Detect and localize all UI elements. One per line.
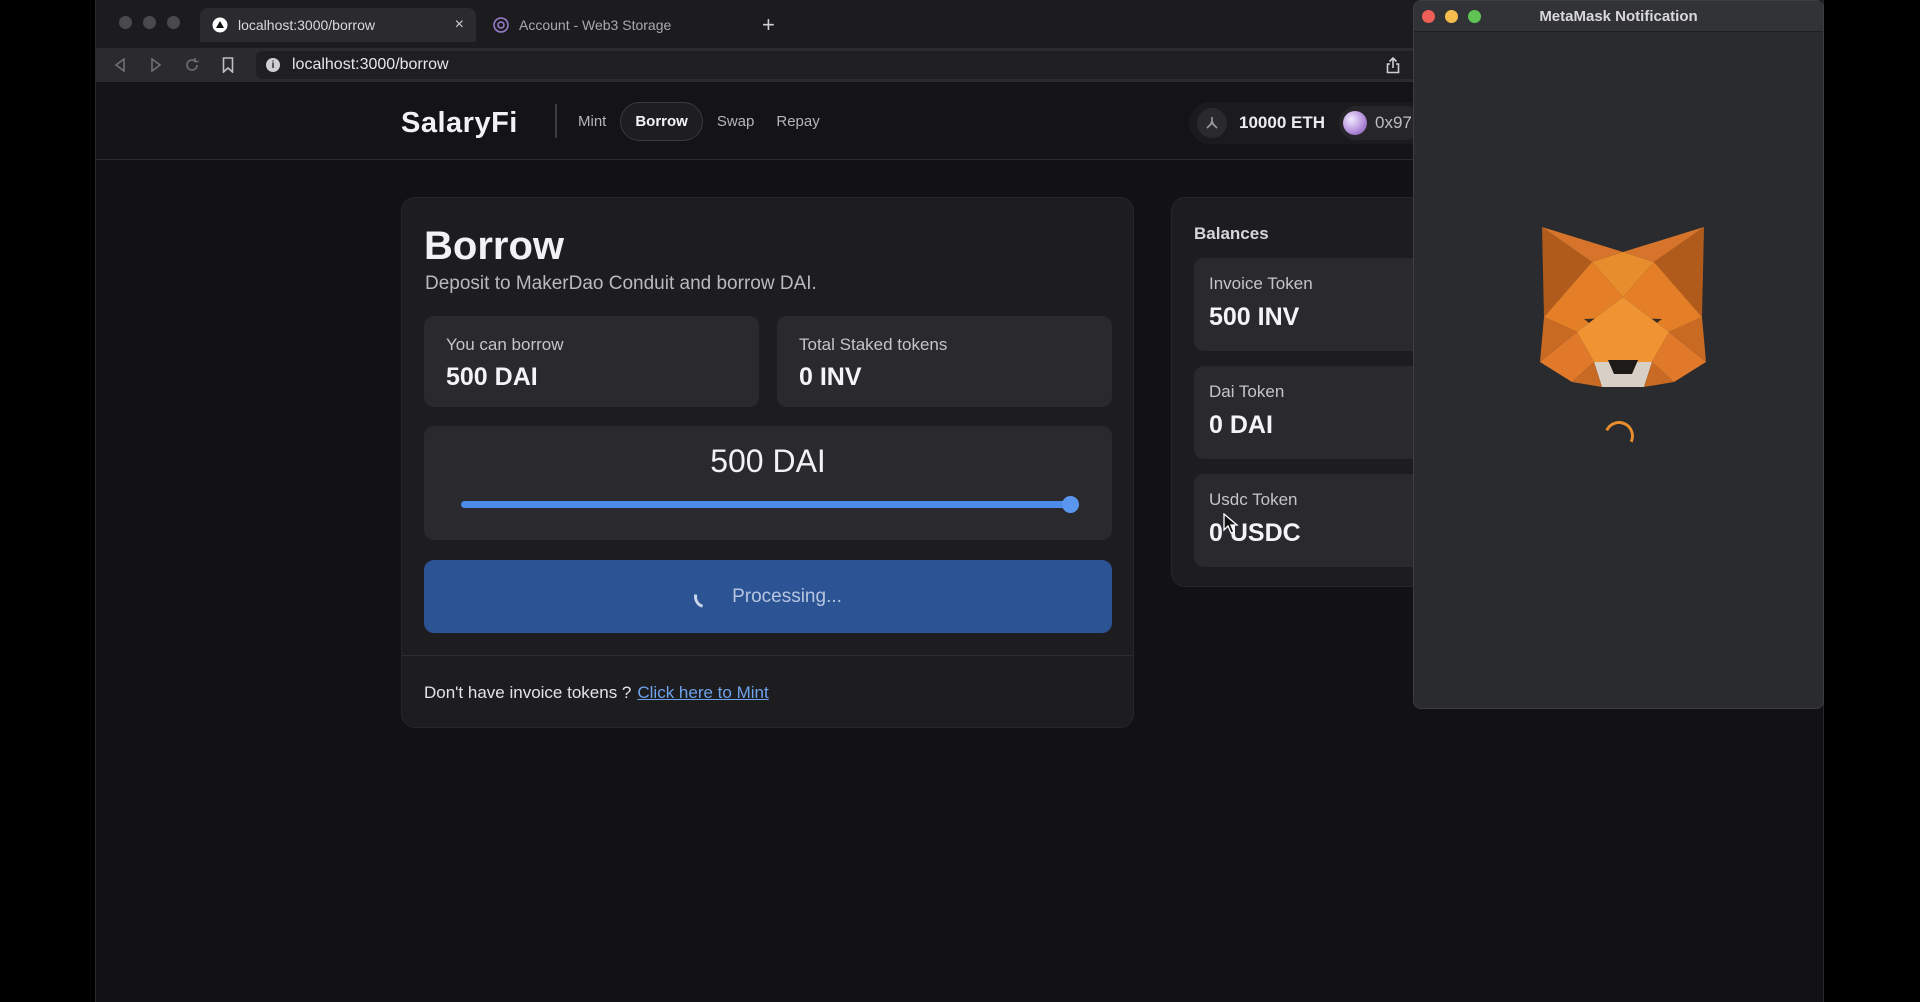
- stat-value: 0 INV: [799, 363, 862, 391]
- balance-value: 500 INV: [1209, 303, 1300, 331]
- bookmark-icon[interactable]: [218, 55, 238, 75]
- balance-label: Invoice Token: [1209, 274, 1313, 293]
- staked-tokens-stat: Total Staked tokens 0 INV: [777, 316, 1112, 407]
- tab-web3-storage[interactable]: Account - Web3 Storage: [481, 8, 751, 42]
- account-address: 0x97: [1375, 113, 1412, 132]
- account-button[interactable]: 0x97: [1339, 106, 1422, 140]
- metamask-fox-icon: [1532, 222, 1714, 392]
- slider-thumb[interactable]: [1062, 496, 1079, 513]
- wallet-widget[interactable]: 10000 ETH 0x97: [1189, 102, 1449, 144]
- submit-label: Processing...: [732, 585, 842, 607]
- metamask-notification-window: MetaMask Notification: [1413, 0, 1824, 709]
- balance-value: 0 DAI: [1209, 411, 1273, 439]
- card-divider: [402, 655, 1133, 656]
- nav-mint[interactable]: Mint: [570, 103, 614, 140]
- triangle-icon: [212, 17, 228, 33]
- stat-label: Total Staked tokens: [799, 335, 948, 354]
- tab-title: Account - Web3 Storage: [519, 17, 672, 33]
- share-icon[interactable]: [1382, 54, 1404, 76]
- stat-label: You can borrow: [446, 335, 564, 354]
- forward-icon[interactable]: [146, 55, 166, 75]
- nav-swap[interactable]: Swap: [709, 103, 763, 140]
- mint-link[interactable]: Click here to Mint: [637, 683, 768, 702]
- stat-value: 500 DAI: [446, 363, 538, 391]
- balances-title: Balances: [1194, 224, 1269, 243]
- main-nav: Mint Borrow Swap Repay: [570, 102, 828, 141]
- info-icon[interactable]: i: [266, 58, 280, 72]
- balance-label: Dai Token: [1209, 382, 1285, 401]
- page-title: Borrow: [424, 224, 564, 268]
- close-tab-icon[interactable]: ×: [455, 16, 464, 34]
- url-text: localhost:3000/borrow: [292, 56, 449, 73]
- web3-storage-icon: [493, 17, 509, 33]
- back-icon[interactable]: [110, 55, 130, 75]
- tab-borrow[interactable]: localhost:3000/borrow ×: [200, 8, 476, 42]
- loading-spinner-icon: [690, 581, 721, 612]
- metamask-titlebar: MetaMask Notification: [1414, 1, 1823, 32]
- balance-label: Usdc Token: [1209, 490, 1298, 509]
- close-window-button[interactable]: [119, 16, 132, 29]
- new-tab-button[interactable]: +: [762, 12, 775, 38]
- mint-prompt: Don't have invoice tokens ? Click here to…: [424, 683, 769, 703]
- nav-borrow[interactable]: Borrow: [620, 102, 703, 141]
- page-subtitle: Deposit to MakerDao Conduit and borrow D…: [425, 273, 817, 294]
- nav-divider: [555, 104, 557, 138]
- minimize-window-button[interactable]: [143, 16, 156, 29]
- borrow-submit-button[interactable]: Processing...: [424, 560, 1112, 633]
- metamask-loading-spinner-icon: [1599, 416, 1639, 456]
- avatar: [1343, 111, 1367, 135]
- mint-prompt-text: Don't have invoice tokens ?: [424, 683, 632, 702]
- network-icon: [1197, 108, 1227, 138]
- borrow-amount-box: 500 DAI: [424, 426, 1112, 540]
- address-bar[interactable]: i localhost:3000/borrow: [256, 51, 1496, 79]
- app-logo[interactable]: SalaryFi: [401, 107, 518, 140]
- balance-value: 0 USDC: [1209, 519, 1301, 547]
- tab-title: localhost:3000/borrow: [238, 17, 375, 33]
- borrow-amount: 500 DAI: [710, 443, 826, 479]
- slider-fill: [461, 501, 1071, 508]
- eth-balance: 10000 ETH: [1239, 113, 1325, 132]
- can-borrow-stat: You can borrow 500 DAI: [424, 316, 759, 407]
- borrow-amount-slider[interactable]: [461, 496, 1079, 513]
- window-controls: [119, 16, 180, 29]
- borrow-card: Borrow Deposit to MakerDao Conduit and b…: [401, 197, 1134, 728]
- reload-icon[interactable]: [182, 55, 202, 75]
- maximize-window-button[interactable]: [167, 16, 180, 29]
- metamask-title: MetaMask Notification: [1539, 8, 1698, 25]
- mouse-cursor-icon: [1223, 512, 1239, 540]
- nav-repay[interactable]: Repay: [768, 103, 827, 140]
